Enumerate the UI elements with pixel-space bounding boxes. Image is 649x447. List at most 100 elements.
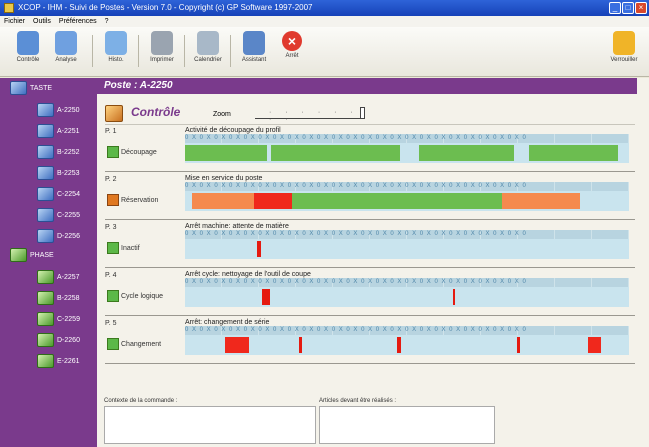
- time-ruler: 0 X 0 X 0 X 0 X 0 X 0 X 0 X 0 X 0 X 0 X …: [185, 134, 629, 143]
- sidebar-item-b-2252[interactable]: B-2252: [37, 143, 80, 163]
- timeline-row[interactable]: P. 5 Arrêt: changement de série Changement…: [105, 318, 635, 364]
- assistant-button[interactable]: Assistant: [236, 31, 272, 73]
- row-task-name: Arrêt: changement de série: [185, 319, 270, 326]
- row-separator: [105, 219, 635, 220]
- sidebar: TASTE A-2250 A-2251 B-2252 B-2253 C-2254…: [0, 78, 97, 447]
- sidebar-item-c-2259[interactable]: C-2259: [37, 310, 80, 330]
- lock-button[interactable]: Verrouiller: [606, 31, 642, 73]
- assistant-icon: [243, 31, 265, 55]
- timeline-segment[interactable]: [271, 145, 401, 161]
- timeline-bar-area[interactable]: [185, 143, 629, 163]
- status-chip[interactable]: Découpage: [107, 146, 157, 159]
- station-icon: [37, 333, 54, 348]
- control-icon: [17, 31, 39, 55]
- analysis-icon: [55, 31, 77, 55]
- timeline-row[interactable]: P. 2 Mise en service du poste Réservation 0…: [105, 174, 635, 220]
- row-separator: [105, 315, 635, 316]
- print-button[interactable]: Imprimer: [144, 31, 180, 73]
- row-task-name: Activité de découpage du profil: [185, 127, 281, 134]
- row-task-name: Arrêt cycle: nettoyage de l'outil de cou…: [185, 271, 311, 278]
- history-button[interactable]: Histo.: [98, 31, 134, 73]
- timeline-segment[interactable]: [224, 337, 250, 353]
- status-chip[interactable]: Inactif: [107, 242, 140, 255]
- zoom-slider-handle[interactable]: [360, 107, 365, 119]
- toolbar: Contrôle Analyse Histo. Imprimer Calendr…: [0, 27, 649, 77]
- sidebar-item-c-2255[interactable]: C-2255: [37, 206, 80, 226]
- app-icon: [4, 3, 14, 13]
- machine-icon: [37, 103, 54, 118]
- timeline-segment[interactable]: [253, 193, 292, 209]
- status-chip[interactable]: Cycle logique: [107, 290, 163, 303]
- sidebar-item-b-2253[interactable]: B-2253: [37, 164, 80, 184]
- sidebar-item-c-2254[interactable]: C-2254: [37, 185, 80, 205]
- row-separator: [105, 363, 635, 364]
- timeline-segment[interactable]: [529, 145, 618, 161]
- articles-field[interactable]: [319, 406, 495, 444]
- sidebar-group-taste[interactable]: TASTE: [10, 79, 52, 99]
- maximize-button[interactable]: □: [622, 2, 634, 14]
- time-ruler: 0 X 0 X 0 X 0 X 0 X 0 X 0 X 0 X 0 X 0 X …: [185, 230, 629, 239]
- row-separator: [105, 267, 635, 268]
- stop-button[interactable]: × Arrêt: [274, 31, 310, 73]
- row-index-label: P. 2: [105, 176, 117, 183]
- lock-icon: [613, 31, 635, 55]
- menu-preferences[interactable]: Préférences: [59, 16, 97, 27]
- sidebar-item-e-2261[interactable]: E-2261: [37, 352, 80, 372]
- sidebar-item-d-2260[interactable]: D-2260: [37, 331, 80, 351]
- timeline-bar-area[interactable]: [185, 191, 629, 211]
- zoom-slider[interactable]: · · · · · · · ·: [255, 107, 365, 123]
- control-button[interactable]: Contrôle: [10, 31, 46, 73]
- status-chip[interactable]: Réservation: [107, 194, 158, 207]
- menu-help[interactable]: ?: [105, 16, 109, 27]
- timeline-bar-area[interactable]: [185, 287, 629, 307]
- timeline-segment[interactable]: [185, 145, 268, 161]
- time-ruler: 0 X 0 X 0 X 0 X 0 X 0 X 0 X 0 X 0 X 0 X …: [185, 326, 629, 335]
- zoom-ticks: · · · · · · · ·: [269, 109, 359, 123]
- timeline-segment[interactable]: [261, 289, 270, 305]
- time-ruler: 0 X 0 X 0 X 0 X 0 X 0 X 0 X 0 X 0 X 0 X …: [185, 278, 629, 287]
- timeline-segment[interactable]: [419, 145, 514, 161]
- calendar-button[interactable]: Calendrier: [190, 31, 226, 73]
- machine-icon: [37, 166, 54, 181]
- machine-icon: [37, 145, 54, 160]
- row-index-label: P. 5: [105, 320, 117, 327]
- timeline-segment[interactable]: [291, 193, 503, 209]
- timeline-row[interactable]: P. 3 Arrêt machine: attente de matière Ina…: [105, 222, 635, 268]
- row-task-name: Mise en service du poste: [185, 175, 263, 182]
- timeline-segment[interactable]: [192, 193, 254, 209]
- sidebar-item-a-2257[interactable]: A-2257: [37, 268, 80, 288]
- menu-tools[interactable]: Outils: [33, 16, 51, 27]
- timeline-segment[interactable]: [257, 241, 261, 257]
- main-panel: Poste : A-2250 Contrôle Zoom · · · · · ·…: [97, 78, 649, 447]
- order-context-field[interactable]: [104, 406, 316, 444]
- sidebar-item-a-2250[interactable]: A-2250: [37, 101, 80, 121]
- status-square-icon: [107, 242, 119, 255]
- timeline-bar-area[interactable]: [185, 239, 629, 259]
- close-button[interactable]: ×: [635, 2, 647, 14]
- timeline-row[interactable]: P. 4 Arrêt cycle: nettoyage de l'outil de…: [105, 270, 635, 316]
- sidebar-item-d-2256[interactable]: D-2256: [37, 227, 80, 247]
- station-icon: [37, 312, 54, 327]
- sidebar-group-phase[interactable]: PHASE: [10, 246, 54, 266]
- minimize-button[interactable]: _: [609, 2, 621, 14]
- timeline-bar-area[interactable]: [185, 335, 629, 355]
- status-square-icon: [107, 146, 119, 159]
- analysis-button[interactable]: Analyse: [48, 31, 84, 73]
- page-title: Poste : A-2250: [97, 78, 637, 94]
- timeline-segment[interactable]: [299, 337, 303, 353]
- status-chip[interactable]: Changement: [107, 338, 161, 351]
- menu-file[interactable]: Fichier: [4, 16, 25, 27]
- calendar-icon: [197, 31, 219, 55]
- timeline-segment[interactable]: [517, 337, 521, 353]
- menu-bar: Fichier Outils Préférences ?: [0, 16, 649, 27]
- timeline-segment[interactable]: [502, 193, 581, 209]
- timeline-row[interactable]: P. 1 Activité de découpage du profil Décou…: [105, 126, 635, 172]
- timeline-segment[interactable]: [396, 337, 402, 353]
- sidebar-item-a-2251[interactable]: A-2251: [37, 122, 80, 142]
- sidebar-item-b-2258[interactable]: B-2258: [37, 289, 80, 309]
- zoom-label: Zoom: [213, 111, 231, 118]
- window-title: XCOP - IHM - Suivi de Postes - Version 7…: [18, 3, 313, 12]
- timeline-segment[interactable]: [588, 337, 602, 353]
- timeline-segment[interactable]: [452, 289, 456, 305]
- control-title: Contrôle: [131, 105, 181, 119]
